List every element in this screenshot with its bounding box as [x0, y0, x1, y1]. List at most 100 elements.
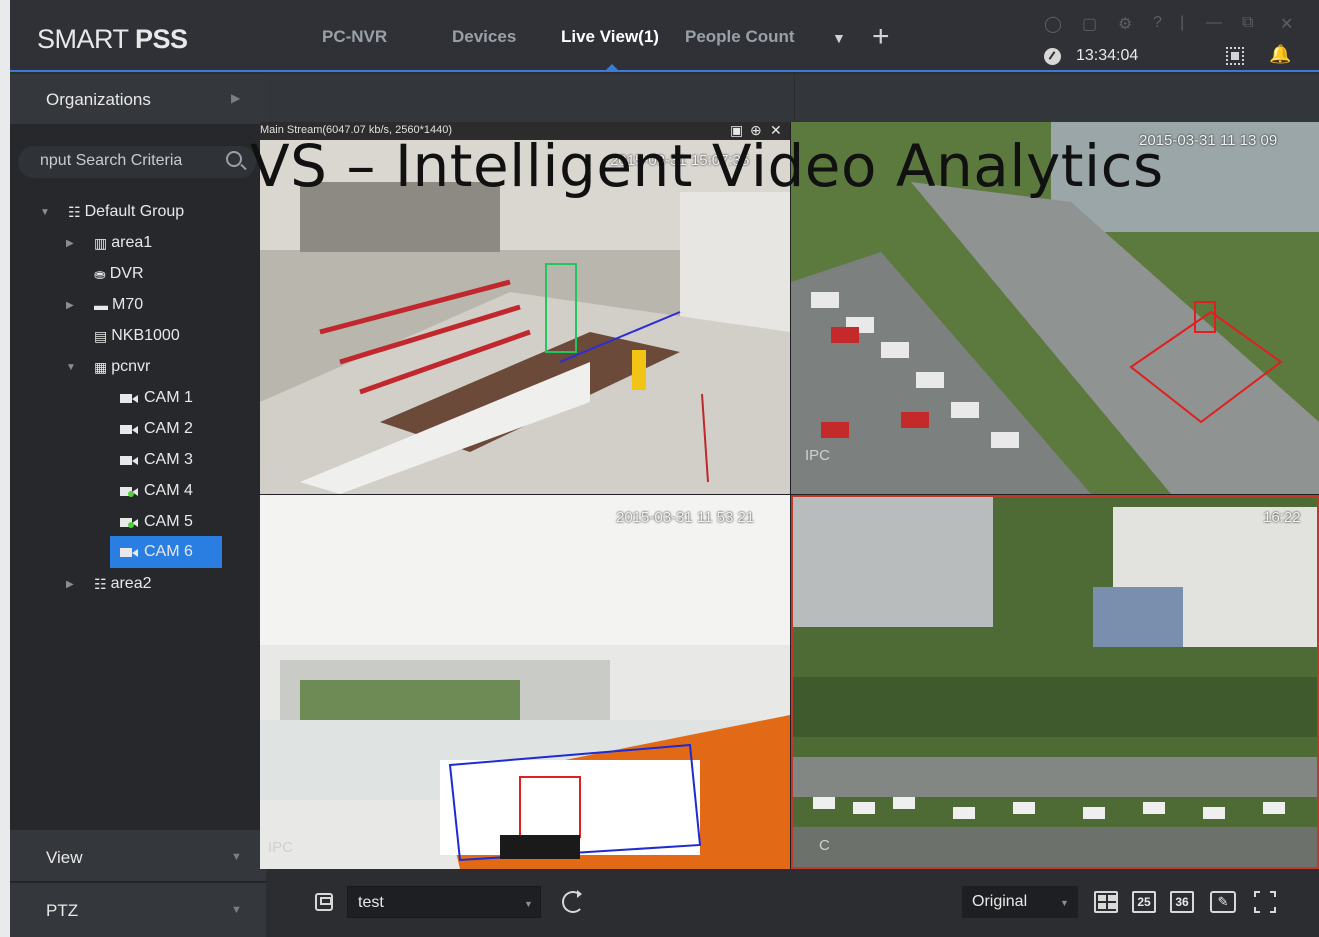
tree-item-area1[interactable]: ▶ ▥ area1: [66, 229, 152, 257]
view-section-title: View: [46, 848, 83, 867]
add-tab-button[interactable]: +: [872, 20, 890, 54]
aspect-ratio-select[interactable]: Original ▼: [962, 886, 1078, 918]
search-icon[interactable]: [226, 151, 242, 167]
tree-label: DVR: [109, 265, 144, 282]
aspect-ratio-value: Original: [972, 893, 1028, 910]
lock-icon[interactable]: ▢: [1082, 14, 1097, 34]
tree-item-default-group[interactable]: ▼ ☷ Default Group: [40, 198, 184, 226]
layout-4-split-button[interactable]: [1094, 891, 1118, 913]
search-input[interactable]: [40, 152, 210, 170]
layout-25-split-button[interactable]: 25: [1132, 891, 1156, 913]
camera-feed-campus-aerial: [793, 497, 1317, 867]
camera-icon: [120, 455, 138, 465]
tree-label: NKB1000: [111, 327, 180, 344]
dvr-offline-icon: ⛂: [94, 265, 106, 282]
tree-label: Default Group: [84, 203, 185, 220]
logo-text: SMART: [37, 24, 136, 54]
tree-item-nkb1000[interactable]: ▤ NKB1000: [94, 322, 180, 350]
tree-item-cam-3[interactable]: CAM 3: [120, 446, 193, 474]
restore-icon[interactable]: ⧉: [1242, 14, 1253, 32]
tree-label: pcnvr: [111, 358, 151, 375]
chevron-down-icon: ▼: [231, 851, 242, 863]
strip-divider: [794, 74, 795, 122]
tab-pc-nvr[interactable]: PC-NVR: [322, 27, 387, 47]
tree-item-pcnvr[interactable]: ▼ ▦ pcnvr: [66, 353, 150, 381]
tree-label: CAM 5: [144, 513, 193, 530]
video-grid: Main Stream(6047.07 kb/s, 2560*1440) ▣ ⊕…: [260, 122, 1319, 869]
tree-label: CAM 1: [144, 389, 193, 406]
camera-live-icon: [120, 486, 138, 497]
nvr-icon: ▦: [94, 358, 108, 375]
alarm-bell-icon[interactable]: 🔔: [1269, 44, 1291, 65]
help-icon[interactable]: ?: [1153, 14, 1162, 32]
refresh-icon[interactable]: [562, 890, 584, 913]
clock-icon: [1044, 48, 1061, 65]
active-tab-marker: [606, 64, 618, 70]
save-view-icon[interactable]: [315, 893, 333, 911]
tree-label: area2: [110, 575, 152, 592]
tile-ipc-label: IPC: [268, 839, 294, 856]
fullscreen-icon[interactable]: [1254, 891, 1276, 913]
close-icon[interactable]: ✕: [1280, 14, 1293, 34]
device-sidebar: Organizations ▶ ▼ ☷ Default Group ▶ ▥ ar…: [10, 74, 266, 937]
expand-right-icon[interactable]: ▶: [66, 579, 74, 590]
tab-devices[interactable]: Devices: [452, 27, 516, 47]
video-tile-3[interactable]: 2015-03-31 11 53 21 IPC: [260, 495, 790, 869]
chevron-down-icon: ▼: [1060, 898, 1069, 908]
tile-ipc-label: IPC: [805, 447, 831, 464]
view-section-header[interactable]: View ▼: [10, 830, 266, 882]
tab-people-count[interactable]: People Count: [685, 27, 795, 47]
minimize-icon[interactable]: —: [1206, 14, 1222, 32]
camera-live-icon: [120, 517, 138, 528]
tree-label: CAM 4: [144, 482, 193, 499]
user-icon[interactable]: ◯: [1044, 14, 1062, 34]
tree-item-area2[interactable]: ▶ ☷ area2: [66, 570, 151, 598]
expand-down-icon[interactable]: ▼: [40, 207, 50, 218]
video-tile-4[interactable]: 16:22 C: [791, 495, 1319, 869]
bottom-toolbar: test ▼ Original ▼ 25 36 ✎: [266, 869, 1319, 937]
settings-gear-icon[interactable]: ⚙: [1118, 14, 1132, 34]
layout-36-split-button[interactable]: 36: [1170, 891, 1194, 913]
app-logo: SMART PSS: [37, 24, 188, 55]
tab-live-view[interactable]: Live View(1): [561, 27, 659, 47]
tree-item-m70[interactable]: ▶ ▬ M70: [66, 291, 143, 319]
tree-label: CAM 3: [144, 451, 193, 468]
chevron-right-icon: ▶: [231, 91, 241, 105]
overlay-headline: VS – Intelligent Video Analytics: [250, 132, 1164, 200]
device-icon: ▬: [94, 297, 108, 313]
tree-label: M70: [112, 296, 144, 313]
tree-item-cam-2[interactable]: CAM 2: [120, 415, 193, 443]
tree-item-cam-1[interactable]: CAM 1: [120, 384, 193, 412]
tree-item-cam-6[interactable]: CAM 6: [110, 536, 222, 568]
organizations-header[interactable]: Organizations ▶: [10, 74, 266, 124]
edit-layout-icon[interactable]: ✎: [1210, 891, 1236, 913]
keyboard-icon: ▤: [94, 327, 108, 344]
tree-label: area1: [111, 234, 153, 251]
ptz-section-header[interactable]: PTZ ▼: [10, 883, 266, 937]
tile-ipc-label: C: [819, 837, 830, 854]
expand-down-icon[interactable]: ▼: [66, 362, 76, 373]
tree-item-dvr[interactable]: ⛂ DVR: [94, 260, 144, 288]
system-clock: 13:34:04: [1076, 47, 1139, 64]
camera-icon: [120, 547, 138, 557]
expand-right-icon[interactable]: ▶: [66, 238, 74, 249]
top-bar: SMART PSS PC-NVR Devices Live View(1) Pe…: [10, 0, 1319, 72]
expand-right-icon[interactable]: ▶: [66, 300, 74, 311]
tree-item-cam-5[interactable]: CAM 5: [120, 508, 193, 536]
tree-item-cam-4[interactable]: CAM 4: [120, 477, 193, 505]
logo-text-bold: PSS: [135, 24, 188, 54]
toolbar-divider: |: [1180, 14, 1185, 31]
tile-timestamp: 2015-03-31 11 53 21: [616, 509, 755, 526]
cpu-status-icon[interactable]: [1226, 47, 1244, 65]
live-view-tab-strip: [266, 74, 1319, 122]
camera-icon: [120, 424, 138, 434]
camera-icon: [120, 393, 138, 403]
tab-list-dropdown-icon[interactable]: ▼: [832, 30, 846, 46]
search-box: [18, 146, 256, 178]
ptz-section-title: PTZ: [46, 901, 79, 920]
view-select[interactable]: test ▼: [347, 886, 541, 918]
chevron-down-icon: ▼: [231, 904, 242, 916]
org-tree-icon: ☷: [94, 575, 107, 592]
tree-label: CAM 6: [144, 543, 193, 560]
camera-feed-office-lobby: [260, 495, 790, 869]
